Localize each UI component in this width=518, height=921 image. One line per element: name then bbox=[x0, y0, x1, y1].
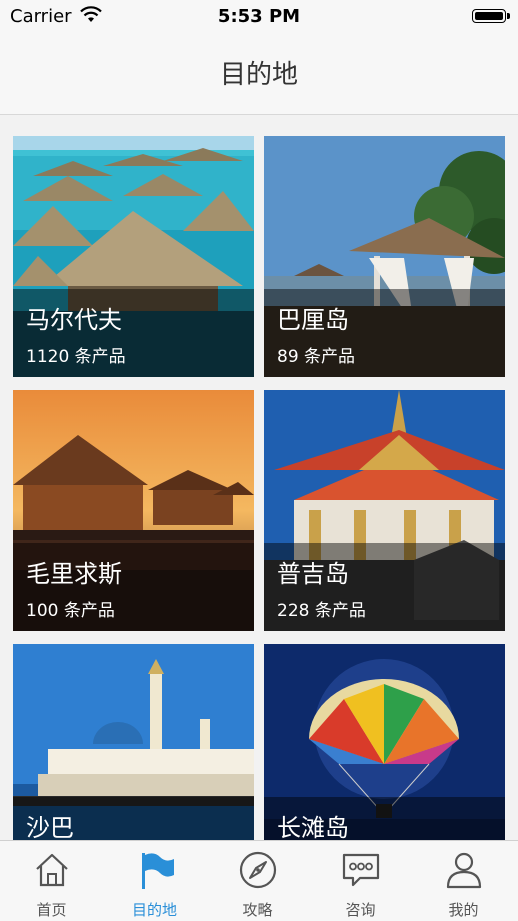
destination-name: 巴厘岛 bbox=[277, 306, 349, 334]
compass-icon bbox=[239, 851, 277, 889]
tab-consult[interactable]: 咨询 bbox=[309, 841, 412, 921]
home-icon bbox=[36, 853, 68, 887]
destination-name: 毛里求斯 bbox=[26, 560, 122, 588]
destination-card-bali[interactable]: 巴厘岛 89 条产品 bbox=[264, 136, 505, 377]
destination-grid[interactable]: 马尔代夫 1120 条产品 巴厘岛 89 条产品 毛里求斯 100 条产品 普吉… bbox=[0, 115, 518, 840]
destination-card-maldives[interactable]: 马尔代夫 1120 条产品 bbox=[13, 136, 254, 377]
destination-card-boracay[interactable]: 长滩岛 bbox=[264, 644, 505, 840]
tab-label: 咨询 bbox=[345, 901, 376, 919]
tab-label: 首页 bbox=[36, 901, 67, 919]
destination-name: 长滩岛 bbox=[277, 814, 349, 840]
destination-name: 普吉岛 bbox=[277, 560, 349, 588]
user-icon bbox=[446, 852, 482, 889]
tab-label: 目的地 bbox=[131, 901, 177, 919]
destination-name: 马尔代夫 bbox=[26, 306, 122, 334]
product-count: 228 条产品 bbox=[277, 601, 366, 621]
destination-card-phuket[interactable]: 普吉岛 228 条产品 bbox=[264, 390, 505, 631]
destination-card-mauritius[interactable]: 毛里求斯 100 条产品 bbox=[13, 390, 254, 631]
destination-name: 沙巴 bbox=[26, 814, 74, 840]
destination-card-sabah[interactable]: 沙巴 bbox=[13, 644, 254, 840]
battery-icon bbox=[472, 9, 510, 23]
tab-home[interactable]: 首页 bbox=[0, 841, 103, 921]
page-title: 目的地 bbox=[219, 60, 298, 90]
tab-label: 我的 bbox=[448, 901, 479, 919]
product-count: 1120 条产品 bbox=[26, 347, 126, 367]
chat-icon bbox=[342, 853, 380, 887]
status-bar: Carrier 5:53 PM bbox=[0, 0, 518, 32]
tab-label: 攻略 bbox=[242, 901, 273, 919]
clock: 5:53 PM bbox=[217, 6, 301, 27]
navigation-bar: 目的地 bbox=[0, 32, 518, 115]
tab-guides[interactable]: 攻略 bbox=[206, 841, 309, 921]
product-count: 89 条产品 bbox=[277, 347, 356, 367]
tab-destinations[interactable]: 目的地 bbox=[103, 841, 206, 921]
flag-icon bbox=[142, 853, 174, 889]
tab-mine[interactable]: 我的 bbox=[412, 841, 515, 921]
product-count: 100 条产品 bbox=[26, 601, 115, 621]
tab-bar: 首页 目的地 攻略 咨询 我的 bbox=[0, 840, 518, 921]
